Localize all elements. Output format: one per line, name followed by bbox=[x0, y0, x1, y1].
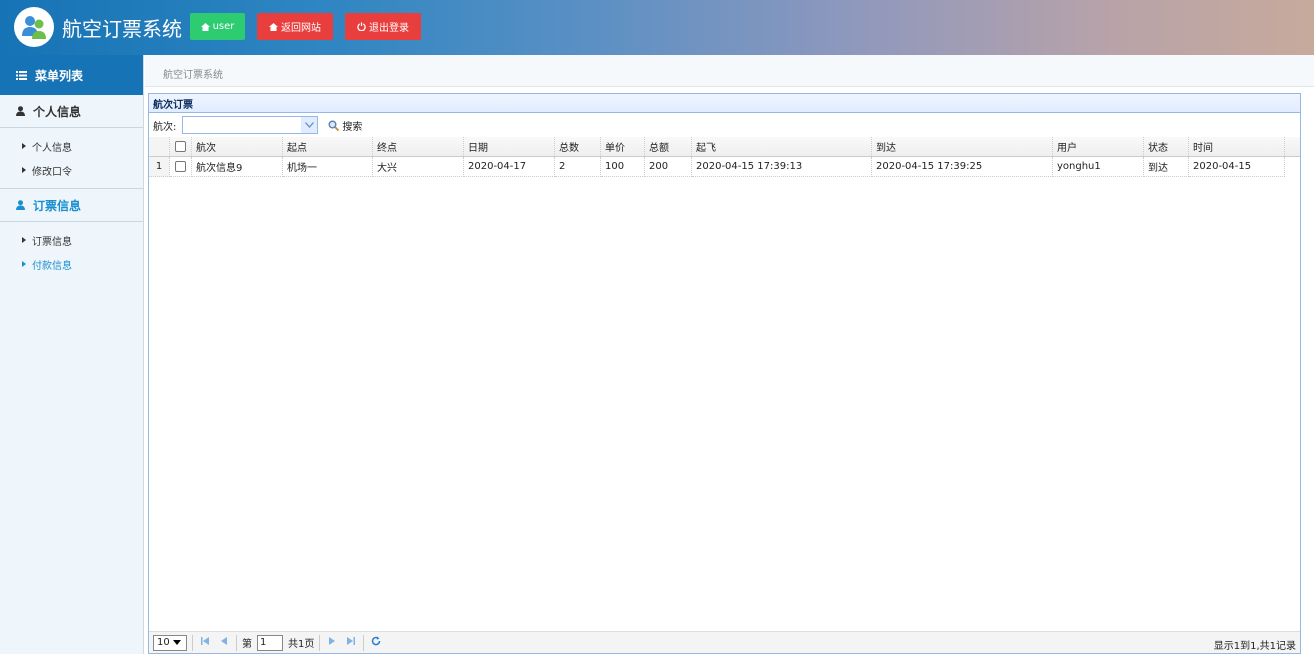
caret-right-icon bbox=[22, 261, 26, 267]
table-cell: 2020-04-15 17:39:25 bbox=[872, 157, 1053, 177]
search-icon bbox=[328, 120, 340, 131]
table-row[interactable]: 1 航次信息9 机场一 大兴 2020-04-17 2 100 200 2020… bbox=[149, 157, 1300, 177]
sidebar-group-booking[interactable]: 订票信息 bbox=[0, 189, 143, 222]
filter-toolbar: 航次: 搜索 bbox=[149, 113, 1300, 137]
column-header[interactable]: 时间 bbox=[1189, 137, 1285, 156]
pagination-info: 显示1到1,共1记录 bbox=[1213, 641, 1296, 652]
separator bbox=[363, 634, 365, 651]
table-cell: 2 bbox=[555, 157, 601, 177]
top-header: 航空订票系统 user 返回网站 退出登录 bbox=[0, 0, 1314, 55]
filter-label: 航次: bbox=[153, 121, 177, 133]
table-cell: 100 bbox=[601, 157, 645, 177]
column-header[interactable]: 航次 bbox=[192, 137, 283, 156]
caret-right-icon bbox=[22, 143, 26, 149]
breadcrumb-bar: 航空订票系统 bbox=[145, 55, 1314, 87]
flight-combobox[interactable] bbox=[182, 116, 319, 134]
column-header[interactable]: 起飞 bbox=[692, 137, 872, 156]
user-button[interactable]: user bbox=[190, 13, 245, 40]
table-cell: 2020-04-15 17:39:13 bbox=[692, 157, 872, 177]
page-total: 共1页 bbox=[288, 639, 315, 650]
power-icon bbox=[357, 22, 366, 31]
first-page-icon[interactable] bbox=[198, 637, 212, 648]
back-to-site-button[interactable]: 返回网站 bbox=[257, 13, 333, 40]
sidebar-item-label: 订票信息 bbox=[32, 236, 72, 248]
sidebar-group-label: 订票信息 bbox=[33, 198, 82, 213]
sidebar-item-booking-info[interactable]: 订票信息 bbox=[0, 228, 143, 252]
rownum-header bbox=[149, 137, 170, 156]
sidebar-item-change-password[interactable]: 修改口令 bbox=[0, 158, 143, 182]
column-header[interactable]: 起点 bbox=[283, 137, 373, 156]
table-cell: yonghu1 bbox=[1053, 157, 1144, 177]
separator bbox=[192, 634, 193, 651]
booking-panel: 航次订票 航次: 搜索 航次 起点 终点 日期 总数 单价 总额 起飞 到达 用… bbox=[148, 93, 1301, 654]
chevron-down-icon[interactable] bbox=[301, 117, 318, 133]
column-header[interactable]: 日期 bbox=[464, 137, 555, 156]
table-cell: 200 bbox=[645, 157, 692, 177]
column-header[interactable]: 单价 bbox=[601, 137, 645, 156]
table-header-row: 航次 起点 终点 日期 总数 单价 总额 起飞 到达 用户 状态 时间 bbox=[149, 137, 1300, 157]
column-header[interactable]: 总数 bbox=[555, 137, 601, 156]
page-prefix: 第 bbox=[242, 639, 252, 650]
user-icon bbox=[16, 200, 25, 210]
last-page-icon[interactable] bbox=[344, 637, 358, 648]
breadcrumb: 航空订票系统 bbox=[163, 70, 223, 81]
sidebar-header: 菜单列表 bbox=[0, 55, 143, 95]
sidebar-item-label: 个人信息 bbox=[32, 142, 72, 154]
page-size-value: 10 bbox=[157, 637, 170, 648]
sidebar-group-personal[interactable]: 个人信息 bbox=[0, 95, 143, 128]
home-icon bbox=[200, 22, 210, 31]
sidebar-item-label: 修改口令 bbox=[32, 166, 72, 178]
column-header[interactable]: 总额 bbox=[645, 137, 692, 156]
row-number: 1 bbox=[149, 157, 170, 177]
table-cell: 航次信息9 bbox=[192, 157, 283, 177]
logo-users-icon bbox=[14, 7, 54, 47]
column-header[interactable]: 到达 bbox=[872, 137, 1053, 156]
page-size-select[interactable]: 10 bbox=[153, 634, 187, 651]
refresh-icon[interactable] bbox=[369, 636, 383, 649]
sidebar-item-profile[interactable]: 个人信息 bbox=[0, 134, 143, 158]
list-icon bbox=[16, 70, 27, 80]
home-icon bbox=[269, 22, 278, 31]
search-button-label: 搜索 bbox=[342, 121, 363, 133]
table-cell: 机场一 bbox=[283, 157, 373, 177]
next-page-icon[interactable] bbox=[325, 637, 339, 648]
back-to-site-label: 返回网站 bbox=[281, 23, 321, 34]
row-checkbox[interactable] bbox=[170, 157, 192, 177]
table-cell: 2020-04-15 bbox=[1189, 157, 1285, 177]
panel-title: 航次订票 bbox=[149, 94, 1300, 113]
sidebar-items-personal: 个人信息 修改口令 bbox=[0, 128, 143, 189]
sidebar: 菜单列表 个人信息 个人信息 修改口令 订票信息 订票信息 付款信息 bbox=[0, 55, 144, 654]
logout-button[interactable]: 退出登录 bbox=[345, 13, 421, 40]
sidebar-items-booking: 订票信息 付款信息 bbox=[0, 222, 143, 282]
table-cell: 大兴 bbox=[373, 157, 464, 177]
pagination-bar: 10 第 1 共1页 显示1到1,共1记录 bbox=[149, 631, 1300, 653]
sidebar-item-payment-info[interactable]: 付款信息 bbox=[0, 252, 143, 276]
logout-label: 退出登录 bbox=[369, 23, 409, 34]
select-all-checkbox[interactable] bbox=[170, 137, 192, 156]
page-number-input[interactable]: 1 bbox=[257, 634, 283, 651]
app-title: 航空订票系统 bbox=[62, 17, 182, 41]
sidebar-group-label: 个人信息 bbox=[33, 104, 82, 119]
user-icon bbox=[16, 106, 25, 116]
data-grid: 航次 起点 终点 日期 总数 单价 总额 起飞 到达 用户 状态 时间 1 航次… bbox=[149, 137, 1300, 177]
separator bbox=[319, 634, 321, 651]
column-header[interactable]: 用户 bbox=[1053, 137, 1144, 156]
caret-right-icon bbox=[22, 167, 26, 173]
user-button-label: user bbox=[212, 21, 235, 32]
sidebar-title: 菜单列表 bbox=[35, 68, 84, 83]
table-cell: 2020-04-17 bbox=[464, 157, 555, 177]
search-button[interactable]: 搜索 bbox=[328, 118, 362, 133]
chevron-down-icon bbox=[172, 640, 181, 645]
separator bbox=[236, 634, 237, 651]
table-cell: 到达 bbox=[1144, 157, 1189, 177]
prev-page-icon[interactable] bbox=[217, 637, 231, 648]
column-header[interactable]: 状态 bbox=[1144, 137, 1189, 156]
caret-right-icon bbox=[22, 237, 26, 243]
sidebar-item-label: 付款信息 bbox=[32, 260, 72, 272]
column-header[interactable]: 终点 bbox=[373, 137, 464, 156]
